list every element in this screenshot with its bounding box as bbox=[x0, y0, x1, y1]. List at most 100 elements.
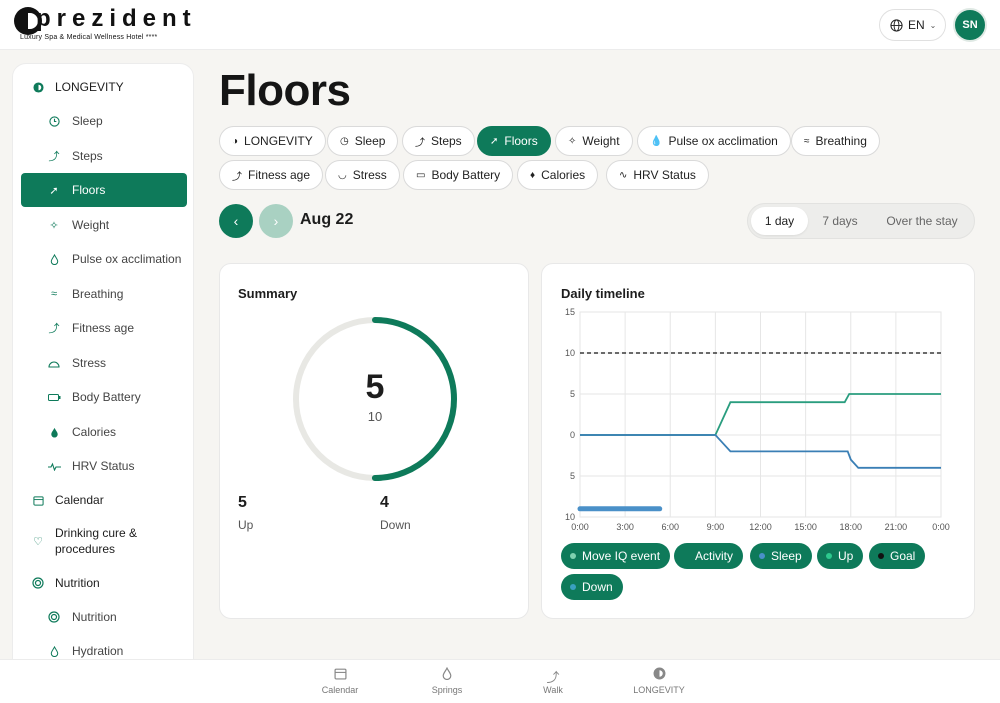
bottom-nav-calendar[interactable]: Calendar bbox=[300, 667, 380, 695]
tab-breathing[interactable]: ≈ Breathing bbox=[791, 126, 880, 156]
tab-longevity[interactable]: ◑ LONGEVITY bbox=[219, 126, 326, 156]
tab-label: Weight bbox=[582, 134, 620, 148]
sidebar-item-label: Nutrition bbox=[72, 610, 117, 624]
x-tick-label: 15:00 bbox=[794, 522, 817, 532]
sidebar-item-calendar[interactable]: Calendar bbox=[21, 483, 187, 517]
page-title: Floors bbox=[219, 66, 351, 115]
sidebar-item-hrv[interactable]: HRV Status bbox=[21, 449, 187, 483]
sidebar-item-calories[interactable]: Calories bbox=[21, 415, 187, 449]
walk-icon: ⤴ bbox=[546, 670, 560, 685]
up-value: 5 bbox=[238, 494, 247, 511]
tab-sleep[interactable]: ◷ Sleep bbox=[327, 126, 399, 156]
battery-icon: ▭ bbox=[416, 169, 426, 181]
range-option-7-days[interactable]: 7 days bbox=[812, 207, 868, 235]
sidebar-item-stress[interactable]: Stress bbox=[21, 346, 187, 380]
tab-weight[interactable]: ✧ Weight bbox=[555, 126, 633, 156]
summary-value: 5 bbox=[365, 368, 385, 406]
tab-label: Steps bbox=[431, 134, 462, 148]
legend-move-iq[interactable]: Move IQ event bbox=[561, 543, 671, 569]
y-tick-label: 10 bbox=[565, 348, 575, 358]
sidebar-item-weight[interactable]: ✧ Weight bbox=[21, 208, 187, 242]
language-label: EN bbox=[908, 18, 925, 32]
legend-dot bbox=[570, 584, 576, 590]
summary-card: Summary 5 10 5 Up 4 Down bbox=[219, 263, 529, 619]
sidebar-item-pulse-ox[interactable]: Pulse ox acclimation bbox=[21, 242, 187, 276]
range-option-over-the-stay[interactable]: Over the stay bbox=[874, 207, 970, 235]
tab-label: Floors bbox=[504, 134, 538, 148]
sidebar-item-label: Drinking cure & procedures bbox=[55, 526, 138, 556]
legend-label: Activity bbox=[695, 549, 734, 563]
bottom-nav-springs[interactable]: Springs bbox=[407, 666, 487, 695]
legend-sleep[interactable]: Sleep bbox=[750, 543, 812, 569]
tab-steps[interactable]: ⤴ Steps bbox=[402, 126, 475, 156]
sidebar-item-label: Calendar bbox=[55, 493, 104, 507]
sidebar-item-sleep[interactable]: Sleep bbox=[21, 104, 187, 138]
gauge-icon bbox=[47, 356, 61, 370]
sidebar-item-label: Pulse ox acclimation bbox=[72, 252, 182, 266]
legend-up[interactable]: Up bbox=[817, 543, 864, 569]
range-option-1-day[interactable]: 1 day bbox=[751, 207, 808, 235]
x-tick-label: 0:00 bbox=[932, 522, 950, 532]
legend-label: Down bbox=[582, 580, 613, 594]
next-day-button[interactable]: › bbox=[259, 204, 293, 238]
x-tick-label: 21:00 bbox=[885, 522, 908, 532]
legend-label: Goal bbox=[890, 549, 916, 563]
sidebar-item-fitness-age[interactable]: ⤴ Fitness age bbox=[21, 311, 187, 345]
sidebar-item-steps[interactable]: ⤴ Steps bbox=[21, 139, 187, 173]
legend-down[interactable]: Down bbox=[561, 574, 623, 600]
legend-goal[interactable]: Goal bbox=[869, 543, 926, 569]
sidebar-item-label: Body Battery bbox=[72, 390, 141, 404]
previous-day-button[interactable]: ‹ bbox=[219, 204, 253, 238]
chevron-right-icon: › bbox=[273, 213, 279, 229]
bottom-nav-walk[interactable]: ⤴ Walk bbox=[513, 667, 593, 695]
tab-calories[interactable]: ♦ Calories bbox=[517, 160, 599, 190]
bottom-nav-label: Calendar bbox=[321, 685, 359, 695]
tab-label: Breathing bbox=[815, 134, 867, 148]
y-tick-label: 5 bbox=[570, 389, 575, 399]
tab-stress[interactable]: ◡ Stress bbox=[325, 160, 400, 190]
sidebar-item-label: LONGEVITY bbox=[55, 80, 124, 94]
tab-hrv[interactable]: ∿ HRV Status bbox=[606, 160, 709, 190]
tab-fitness-age[interactable]: ⤴ Fitness age bbox=[219, 160, 324, 190]
legend-label: Sleep bbox=[771, 549, 802, 563]
weight-icon: ✧ bbox=[49, 219, 59, 232]
tab-body-battery[interactable]: ▭ Body Battery bbox=[403, 160, 514, 190]
drop-icon bbox=[47, 252, 61, 266]
sidebar-item-body-battery[interactable]: Body Battery bbox=[21, 380, 187, 414]
runner-icon: ⤴ bbox=[232, 171, 242, 183]
longevity-icon bbox=[619, 667, 699, 684]
pulse-icon bbox=[47, 459, 61, 473]
drop-icon: 💧 bbox=[650, 135, 663, 147]
summary-title: Summary bbox=[238, 286, 298, 301]
sidebar-item-label: Weight bbox=[72, 218, 110, 232]
sidebar-item-nutrition-section[interactable]: Nutrition bbox=[21, 566, 187, 600]
x-tick-label: 0:00 bbox=[571, 522, 589, 532]
tab-label: Stress bbox=[352, 168, 387, 182]
sidebar-item-label: Calories bbox=[72, 425, 117, 439]
legend-dot bbox=[878, 553, 884, 559]
tab-pulse-ox[interactable]: 💧 Pulse ox acclimation bbox=[637, 126, 791, 156]
bottom-nav-label: Springs bbox=[431, 685, 463, 695]
walk-icon: ⤴ bbox=[415, 137, 425, 149]
bottom-nav-label: Walk bbox=[543, 685, 563, 695]
tab-floors[interactable]: ➚ Floors bbox=[477, 126, 551, 156]
summary-goal: 10 bbox=[367, 409, 383, 424]
legend-activity[interactable]: Activity bbox=[674, 543, 744, 569]
legend-dot bbox=[826, 553, 832, 559]
legend-label: Up bbox=[838, 549, 854, 563]
legend-dot bbox=[759, 553, 765, 559]
user-avatar[interactable]: SN bbox=[953, 8, 987, 42]
tab-label: Sleep bbox=[354, 134, 386, 148]
sidebar-item-label: Hydration bbox=[72, 644, 124, 658]
language-selector[interactable]: EN ⌄ bbox=[879, 9, 946, 41]
bottom-nav-longevity[interactable]: LONGEVITY bbox=[619, 667, 699, 695]
down-value: 4 bbox=[380, 494, 389, 511]
sidebar-item-breathing[interactable]: ≈ Breathing bbox=[21, 277, 187, 311]
up-label: Up bbox=[238, 518, 254, 532]
sidebar-item-nutrition[interactable]: Nutrition bbox=[21, 600, 187, 634]
sidebar-item-label: Fitness age bbox=[72, 321, 135, 335]
sidebar-item-longevity[interactable]: LONGEVITY bbox=[21, 70, 187, 104]
sidebar-item-floors[interactable]: ➚ Floors bbox=[21, 173, 187, 207]
target-icon bbox=[31, 576, 45, 590]
sidebar-item-drinking-cure[interactable]: ♡ Drinking cure & procedures bbox=[21, 520, 187, 562]
